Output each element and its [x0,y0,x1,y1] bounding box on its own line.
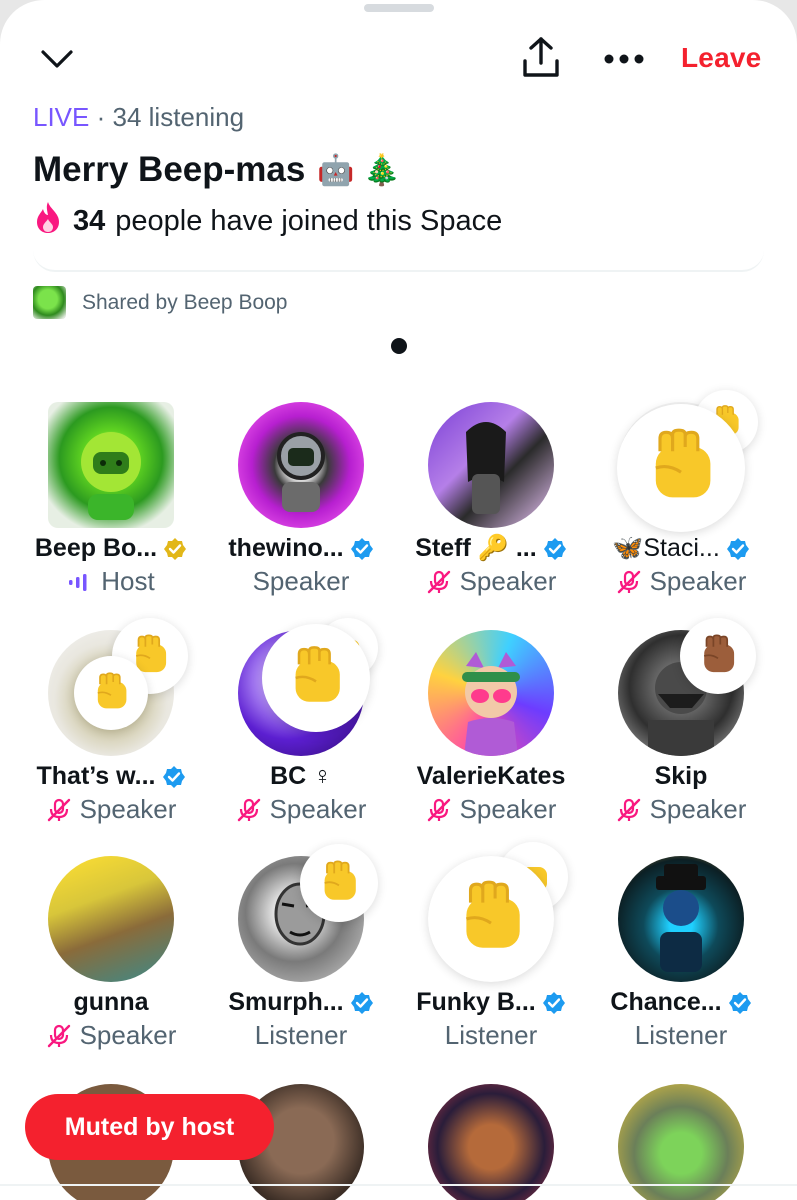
participant-role: Speaker [79,1020,177,1050]
participant-name: ValerieKates [416,762,566,790]
participant-role: Listener [444,1020,538,1050]
space-sheet: Leave LIVE · 34 listening Merry Beep-mas… [0,0,797,1200]
avatar[interactable] [428,1084,554,1200]
raised-fist-icon [680,618,756,694]
raised-fist-icon [262,624,370,732]
mic-off-icon [47,1024,70,1047]
avatar [238,402,364,528]
participant-role: Speaker [459,566,557,596]
participant-role: Listener [254,1020,348,1050]
speaking-bars-icon [69,573,87,591]
participant-role: Speaker [459,794,557,824]
participant-name: Beep Bo... [34,534,158,562]
mic-off-icon [237,798,260,821]
participants-grid: Beep Bo... Host thewino... Speaker Steff… [0,0,797,1200]
verified-badge-icon [726,537,749,560]
avatar [428,402,554,528]
participant-name: Smurph... [228,988,344,1016]
mic-off-icon [427,570,450,593]
participant-name: Skip [654,762,708,790]
participant-tile[interactable]: thewino... Speaker [206,402,396,622]
mic-off-icon [427,798,450,821]
participant-name: 🦋Staci... [612,534,720,562]
divider [0,1184,797,1186]
participant-role: Speaker [269,794,367,824]
participant-name: thewino... [228,534,344,562]
mic-off-icon [47,798,70,821]
participant-tile[interactable]: Steff 🔑 ... Speaker [396,402,586,622]
mic-off-icon [617,570,640,593]
participant-role: Speaker [79,794,177,824]
verified-badge-icon [350,991,373,1014]
participant-role: Speaker [252,566,350,596]
raised-fist-icon [300,844,378,922]
participant-name: That’s w... [36,762,156,790]
avatar [48,402,174,528]
participant-name: Chance... [610,988,722,1016]
avatar [48,856,174,982]
muted-by-host-toast: Muted by host [25,1094,274,1160]
participant-name: Steff 🔑 ... [415,534,537,562]
participant-tile[interactable]: Beep Bo... Host [16,402,206,622]
verified-badge-icon [542,991,565,1014]
participant-tile[interactable]: Chance... Listener [586,856,776,1076]
verified-badge-icon [164,537,187,560]
participant-tile[interactable]: gunna Speaker [16,856,206,1076]
mic-off-icon [617,798,640,821]
verified-badge-icon [543,537,566,560]
verified-badge-icon [162,765,185,788]
avatar [618,856,744,982]
participant-role: Speaker [649,566,747,596]
participant-name: Funky B... [416,988,536,1016]
participant-role: Listener [634,1020,728,1050]
avatar[interactable] [618,1084,744,1200]
verified-badge-icon [728,991,751,1014]
raised-fist-icon [74,656,148,730]
participant-role: Host [101,566,155,596]
participant-tile[interactable]: ValerieKates Speaker [396,630,586,850]
avatar [428,630,554,756]
verified-badge-icon [350,537,373,560]
participant-name: gunna [73,988,149,1016]
participant-role: Speaker [649,794,747,824]
participant-name: BC ♀ [270,762,332,790]
raised-fist-icon [428,856,554,982]
raised-fist-icon [617,404,745,532]
